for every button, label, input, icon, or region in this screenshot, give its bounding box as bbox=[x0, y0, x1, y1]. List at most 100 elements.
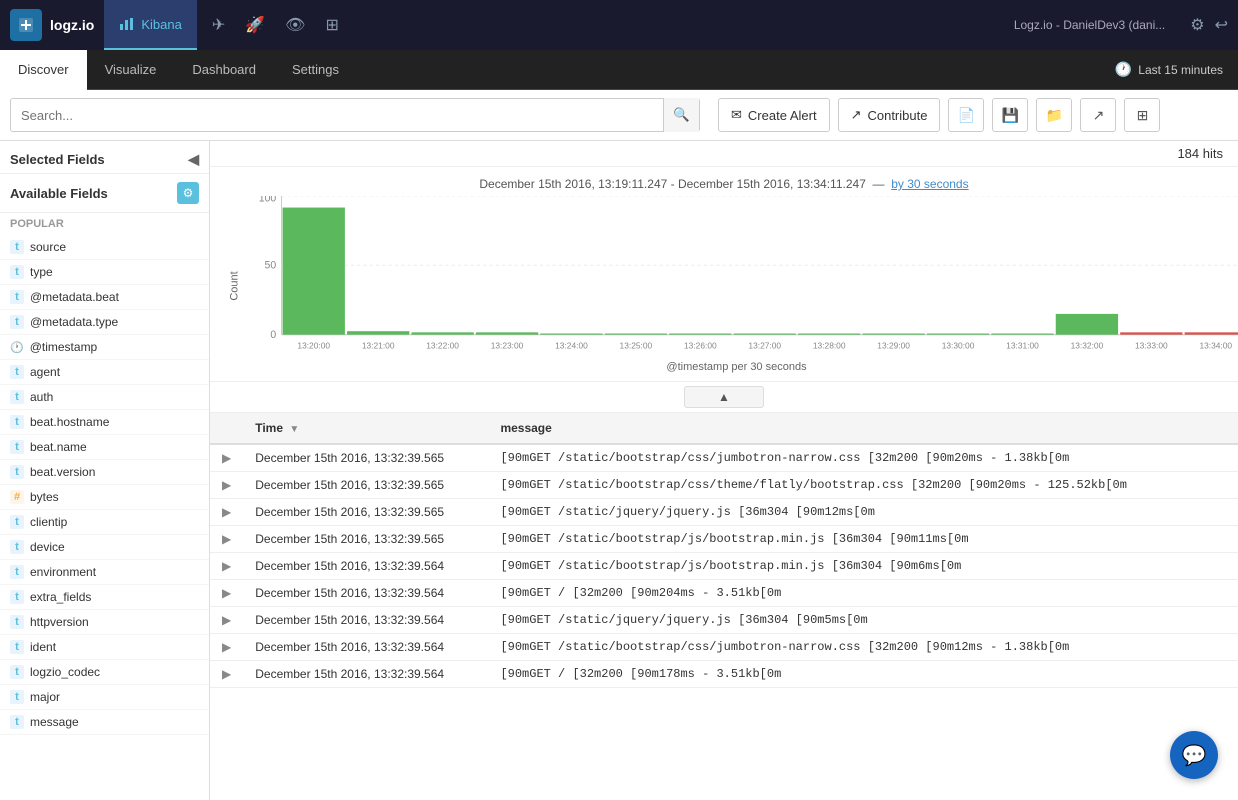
sidebar-collapse-arrow[interactable]: ◀ bbox=[188, 151, 199, 168]
chart-bar bbox=[347, 331, 409, 334]
expand-arrow[interactable]: ▶ bbox=[222, 559, 231, 573]
expand-arrow[interactable]: ▶ bbox=[222, 451, 231, 465]
toolbar-buttons: ✉ Create Alert ↗ Contribute 📄 💾 📁 ↗ ⊞ bbox=[718, 98, 1160, 132]
field-item[interactable]: tsource bbox=[0, 235, 209, 260]
share-icon-button[interactable]: 📄 bbox=[948, 98, 984, 132]
field-item[interactable]: t@metadata.type bbox=[0, 310, 209, 335]
nav-visualize[interactable]: Visualize bbox=[87, 50, 175, 90]
hits-count: 184 hits bbox=[1177, 146, 1223, 161]
field-type-t: t bbox=[10, 265, 24, 279]
field-item[interactable]: tbeat.hostname bbox=[0, 410, 209, 435]
send-icon[interactable]: ✈ bbox=[212, 15, 225, 35]
expand-arrow[interactable]: ▶ bbox=[222, 613, 231, 627]
svg-text:13:28:00: 13:28:00 bbox=[813, 340, 846, 350]
field-item[interactable]: tbeat.version bbox=[0, 460, 209, 485]
secondary-navbar: Discover Visualize Dashboard Settings 🕐 … bbox=[0, 50, 1238, 90]
field-name: agent bbox=[30, 365, 60, 379]
expand-arrow[interactable]: ▶ bbox=[222, 478, 231, 492]
svg-text:50: 50 bbox=[265, 259, 277, 271]
open-icon-button[interactable]: 📁 bbox=[1036, 98, 1072, 132]
field-item[interactable]: #bytes bbox=[0, 485, 209, 510]
save-icon-button[interactable]: 💾 bbox=[992, 98, 1028, 132]
grid-icon-button[interactable]: ⊞ bbox=[1124, 98, 1160, 132]
field-item[interactable]: 🕐@timestamp bbox=[0, 335, 209, 360]
field-type-hash: # bbox=[10, 490, 24, 504]
field-item[interactable]: tauth bbox=[0, 385, 209, 410]
field-item[interactable]: tmajor bbox=[0, 685, 209, 710]
field-item[interactable]: tident bbox=[0, 635, 209, 660]
field-item[interactable]: tdevice bbox=[0, 535, 209, 560]
chart-bar bbox=[540, 334, 602, 335]
search-input-wrap: 🔍 bbox=[10, 98, 700, 132]
expand-arrow[interactable]: ▶ bbox=[222, 532, 231, 546]
expand-icon-button[interactable]: ↗ bbox=[1080, 98, 1116, 132]
field-item[interactable]: tclientip bbox=[0, 510, 209, 535]
time-col-label: Time bbox=[255, 421, 283, 435]
collapse-chart-button[interactable]: ▲ bbox=[210, 382, 1238, 413]
search-input[interactable] bbox=[11, 108, 663, 123]
expand-arrow[interactable]: ▶ bbox=[222, 667, 231, 681]
field-type-t: t bbox=[10, 565, 24, 579]
expand-cell: ▶ bbox=[210, 472, 243, 499]
field-item[interactable]: t extra_fields bbox=[0, 585, 209, 610]
fields-list: tsourcettypet@metadata.beatt@metadata.ty… bbox=[0, 235, 209, 735]
create-alert-button[interactable]: ✉ Create Alert bbox=[718, 98, 830, 132]
chart-seconds-link[interactable]: by 30 seconds bbox=[891, 177, 968, 191]
message-cell: [90mGET /static/bootstrap/css/theme/flat… bbox=[488, 472, 1238, 499]
chart-bar bbox=[411, 332, 473, 334]
time-display[interactable]: 🕐 Last 15 minutes bbox=[1115, 61, 1238, 78]
expand-arrow[interactable]: ▶ bbox=[222, 640, 231, 654]
nav-discover[interactable]: Discover bbox=[0, 50, 87, 90]
search-button[interactable]: 🔍 bbox=[663, 98, 699, 132]
message-cell: [90mGET / [32m200 [90m204ms - 3.51kb[0m bbox=[488, 580, 1238, 607]
svg-text:13:33:00: 13:33:00 bbox=[1135, 340, 1168, 350]
field-item[interactable]: tmessage bbox=[0, 710, 209, 735]
logo-text: logz.io bbox=[50, 17, 94, 33]
expand-cell: ▶ bbox=[210, 499, 243, 526]
table-header: Time ▼ message bbox=[210, 413, 1238, 444]
field-type-t: t bbox=[10, 715, 24, 729]
field-type-t: t bbox=[10, 665, 24, 679]
field-type-t: t bbox=[10, 540, 24, 554]
contribute-button[interactable]: ↗ Contribute bbox=[838, 98, 941, 132]
contribute-label: Contribute bbox=[867, 108, 927, 123]
field-name: httpversion bbox=[30, 615, 89, 629]
contribute-icon: ↗ bbox=[851, 107, 862, 123]
time-col-header[interactable]: Time ▼ bbox=[243, 413, 488, 444]
chat-bubble-button[interactable]: 💬 bbox=[1170, 731, 1218, 779]
settings-icon[interactable]: ⚙ bbox=[1190, 15, 1204, 35]
field-item[interactable]: thttpversion bbox=[0, 610, 209, 635]
field-name: @timestamp bbox=[30, 340, 98, 354]
field-name: extra_fields bbox=[30, 590, 91, 604]
fields-settings-button[interactable]: ⚙ bbox=[177, 182, 199, 204]
data-table: Time ▼ message ▶ December 15th 2016, 13:… bbox=[210, 413, 1238, 688]
field-type-t: t bbox=[10, 365, 24, 379]
logo-area[interactable]: logz.io bbox=[10, 9, 94, 41]
expand-arrow[interactable]: ▶ bbox=[222, 505, 231, 519]
chart-bar bbox=[798, 334, 860, 335]
logout-icon[interactable]: ↩ bbox=[1215, 15, 1228, 35]
field-type-t: t bbox=[10, 240, 24, 254]
expand-arrow[interactable]: ▶ bbox=[222, 586, 231, 600]
field-name: logzio_codec bbox=[30, 665, 100, 679]
rocket-icon[interactable]: 🚀 bbox=[245, 15, 265, 35]
field-item[interactable]: tagent bbox=[0, 360, 209, 385]
layers-icon[interactable]: ⊞ bbox=[325, 15, 338, 35]
field-item[interactable]: tbeat.name bbox=[0, 435, 209, 460]
field-item[interactable]: t@metadata.beat bbox=[0, 285, 209, 310]
content-area: 184 hits December 15th 2016, 13:19:11.24… bbox=[210, 141, 1238, 800]
table-row: ▶ December 15th 2016, 13:32:39.564 [90mG… bbox=[210, 553, 1238, 580]
time-cell: December 15th 2016, 13:32:39.564 bbox=[243, 553, 488, 580]
field-type-t: t bbox=[10, 590, 24, 604]
nav-dashboard[interactable]: Dashboard bbox=[174, 50, 274, 90]
field-type-t: t bbox=[10, 415, 24, 429]
kibana-tab[interactable]: Kibana bbox=[104, 0, 196, 50]
message-cell: [90mGET /static/bootstrap/css/jumbotron-… bbox=[488, 634, 1238, 661]
eye-icon[interactable]: 👁 bbox=[285, 15, 305, 35]
chart-bar bbox=[927, 334, 989, 335]
field-name: environment bbox=[30, 565, 96, 579]
field-item[interactable]: t logzio_codec bbox=[0, 660, 209, 685]
field-item[interactable]: t environment bbox=[0, 560, 209, 585]
nav-settings[interactable]: Settings bbox=[274, 50, 357, 90]
field-item[interactable]: ttype bbox=[0, 260, 209, 285]
